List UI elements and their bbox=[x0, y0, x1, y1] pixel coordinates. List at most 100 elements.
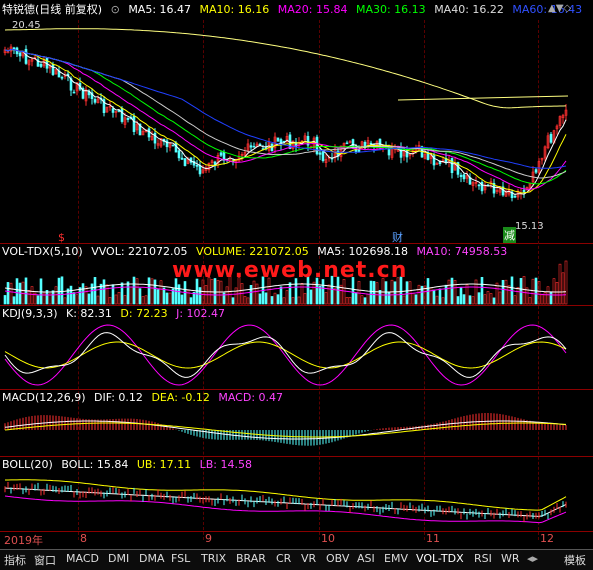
financial-report-marker[interactable]: 财 bbox=[392, 229, 403, 245]
tab-brar[interactable]: BRAR bbox=[236, 552, 266, 565]
tab-dma[interactable]: DMA bbox=[139, 552, 165, 565]
volume-bar bbox=[405, 281, 409, 305]
volume-bar bbox=[327, 284, 331, 305]
tab-vr[interactable]: VR bbox=[301, 552, 316, 565]
settings-circle-icon[interactable]: ⊙ bbox=[111, 3, 120, 16]
volume-indicator-name[interactable]: VOL-TDX(5,10) bbox=[2, 245, 83, 258]
volume-bar bbox=[132, 276, 136, 305]
volume-bar bbox=[129, 286, 133, 305]
boll-indicator-name[interactable]: BOLL(20) bbox=[2, 458, 53, 471]
volume-bar bbox=[276, 294, 280, 305]
volume-bar bbox=[99, 283, 103, 305]
volume-bar bbox=[345, 297, 349, 305]
ma20-line bbox=[4, 48, 567, 190]
panel-controls[interactable]: ▲▼◇ bbox=[548, 3, 571, 14]
candle-body bbox=[60, 76, 64, 79]
volume-bar bbox=[105, 284, 109, 305]
volume-bar bbox=[549, 291, 553, 305]
tab-rsi[interactable]: RSI bbox=[474, 552, 492, 565]
candle-body bbox=[357, 149, 361, 152]
watermark-text: www.eweb.net.cn bbox=[172, 258, 408, 283]
volume-bar bbox=[297, 296, 301, 305]
tab-emv[interactable]: EMV bbox=[384, 552, 408, 565]
volume-bar bbox=[531, 278, 535, 305]
volume-bar bbox=[87, 293, 91, 305]
volume-bar bbox=[162, 287, 166, 305]
tab-dmi[interactable]: DMI bbox=[108, 552, 129, 565]
tab-asi[interactable]: ASI bbox=[357, 552, 375, 565]
volume-bar bbox=[438, 288, 442, 305]
volume-panel-header: VOL-TDX(5,10) VVOL: 221072.05 VOLUME: 22… bbox=[2, 244, 512, 260]
boll-ub-value: UB: 17.11 bbox=[136, 458, 192, 471]
volume-bar bbox=[552, 278, 556, 305]
tab-fsl[interactable]: FSL bbox=[171, 552, 190, 565]
tab-macd[interactable]: MACD bbox=[66, 552, 99, 565]
volume-bar bbox=[126, 281, 130, 305]
volume-bar bbox=[249, 284, 253, 305]
ma10-value: MA10: 16.16 bbox=[199, 3, 270, 16]
tab-trix[interactable]: TRIX bbox=[201, 552, 226, 565]
reduction-marker[interactable]: 减 bbox=[503, 227, 516, 243]
main-chart-header: 特锐德(日线 前复权) ⊙ MA5: 16.47 MA10: 16.16 MA2… bbox=[2, 2, 587, 18]
volume-bar bbox=[57, 277, 61, 305]
vol-ma10-value: MA10: 74958.53 bbox=[416, 245, 508, 258]
macd-dif-value: DIF: 0.12 bbox=[94, 391, 143, 404]
volume-bar bbox=[282, 297, 286, 305]
volume-bar bbox=[60, 276, 64, 305]
volume-bar bbox=[513, 295, 517, 305]
volume-bar bbox=[447, 279, 451, 305]
volume-bar bbox=[471, 296, 475, 305]
candle-body bbox=[24, 48, 28, 64]
candle-body bbox=[126, 117, 130, 120]
dividend-marker[interactable]: $ bbox=[58, 231, 65, 244]
volume-bar bbox=[432, 289, 436, 305]
boll-mid-value: BOLL: 15.84 bbox=[61, 458, 129, 471]
ma5-line bbox=[4, 48, 567, 196]
volume-bar bbox=[255, 283, 259, 305]
tab-indicator[interactable]: 指标 bbox=[4, 552, 26, 568]
volume-bar bbox=[414, 294, 418, 305]
low-price-label: 15.13 bbox=[515, 221, 544, 232]
high-price-label: 20.45 bbox=[12, 20, 41, 31]
candle-body bbox=[51, 63, 55, 75]
candle-body bbox=[18, 52, 22, 57]
volume-bar bbox=[519, 278, 523, 305]
volume-bar bbox=[465, 284, 469, 305]
tab-template[interactable]: 模板 bbox=[564, 552, 586, 568]
candle-body bbox=[369, 142, 373, 145]
candle-body bbox=[93, 99, 97, 103]
kdj-k-line bbox=[4, 332, 567, 378]
tab-wr[interactable]: WR bbox=[501, 552, 520, 565]
volume-bar bbox=[96, 295, 100, 305]
volume-bar bbox=[333, 288, 337, 305]
candle-body bbox=[219, 152, 223, 156]
volume-bar bbox=[69, 285, 73, 305]
tab-window[interactable]: 窗口 bbox=[34, 552, 56, 568]
macd-indicator-name[interactable]: MACD(12,26,9) bbox=[2, 391, 86, 404]
volume-bar bbox=[408, 281, 412, 305]
volume-bar bbox=[6, 282, 10, 305]
volume-bar bbox=[291, 297, 295, 305]
volume-bar bbox=[453, 280, 457, 305]
triangle-up-icon[interactable]: ▲ bbox=[548, 3, 556, 14]
volume-bar bbox=[123, 295, 127, 305]
volume-bar bbox=[558, 263, 562, 305]
volume-bar bbox=[180, 294, 184, 305]
volume-bar bbox=[411, 292, 415, 305]
candle-body bbox=[249, 145, 253, 148]
volume-bar bbox=[522, 276, 526, 305]
tab-cr[interactable]: CR bbox=[276, 552, 291, 565]
volume-bar bbox=[258, 293, 262, 305]
volume-bar bbox=[303, 293, 307, 305]
diamond-icon[interactable]: ◇ bbox=[563, 3, 571, 14]
nav-arrows[interactable]: ◂▸ bbox=[527, 552, 538, 565]
volume-bar bbox=[462, 294, 466, 305]
date-label: 8 bbox=[80, 532, 87, 545]
candle-body bbox=[513, 195, 517, 198]
volume-bar bbox=[141, 296, 145, 305]
tab-obv[interactable]: OBV bbox=[326, 552, 349, 565]
volume-bar bbox=[138, 288, 142, 305]
tab-vol-tdx[interactable]: VOL-TDX bbox=[416, 552, 464, 565]
kdj-indicator-name[interactable]: KDJ(9,3,3) bbox=[2, 307, 58, 320]
volume-bar bbox=[504, 279, 508, 305]
